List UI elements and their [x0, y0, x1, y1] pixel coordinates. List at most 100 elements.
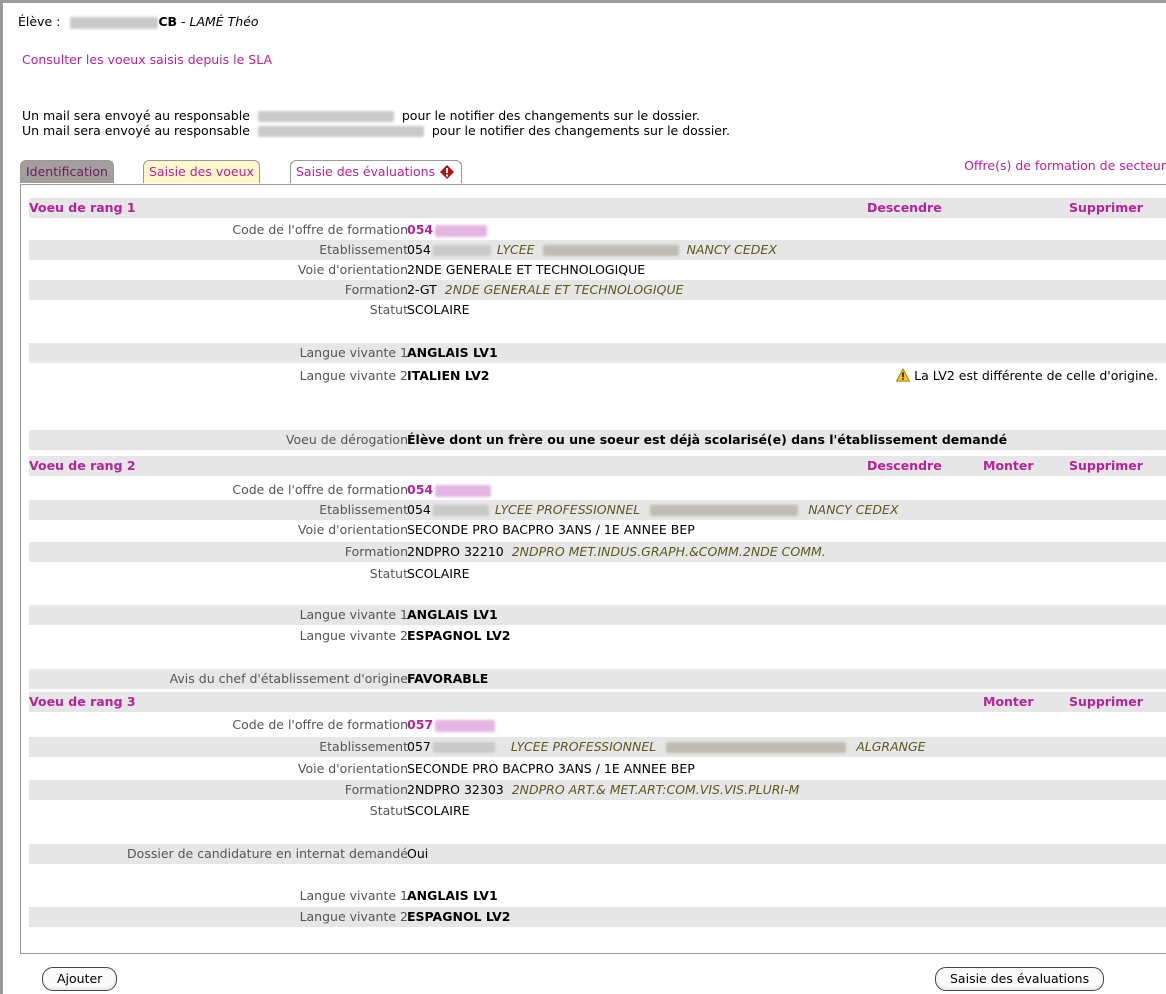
voeu-2-formation-row: Formation 2NDPRO 32210 2NDPRO MET.INDUS.… [29, 542, 1166, 562]
field-label: Formation [344, 544, 408, 559]
field-label: Etablissement [319, 242, 408, 257]
voeu-2-lv2-row: Langue vivante 2 ESPAGNOL LV2 [29, 626, 1166, 646]
student-label: Élève : [18, 14, 61, 29]
etab-city: ALGRANGE [856, 739, 926, 754]
etab-type: LYCEE [496, 242, 535, 257]
voeu-2-statut-row: Statut SCOLAIRE [29, 564, 1166, 584]
field-label: Formation [344, 782, 408, 797]
supprimer-button[interactable]: Supprimer [1069, 456, 1143, 476]
voeu-3-etab-row: Etablissement 057 LYCEE PROFESSIONNEL ALGR… [29, 737, 1166, 757]
redacted-offre-code [435, 484, 492, 497]
tab-bar: Identification Saisie des voeux Saisie d… [20, 158, 1166, 184]
statut-value: SCOLAIRE [407, 302, 470, 317]
lv2-warning: La LV2 est différente de celle d'origine… [895, 366, 1158, 386]
student-code-suffix: CB [158, 14, 178, 29]
descendre-button[interactable]: Descendre [867, 198, 942, 218]
voeu-2-avis-row: Avis du chef d'établissement d'origine F… [29, 669, 1166, 689]
offre-secteur-link[interactable]: Offre(s) de formation de secteur [964, 158, 1166, 173]
voeu-3-code-row: Code de l'offre de formation 057 [29, 715, 1166, 735]
formation-label: 2NDPRO MET.INDUS.GRAPH.&COMM.2NDE COMM. [511, 544, 826, 559]
window-frame-left [0, 0, 3, 994]
field-label: Statut [369, 803, 408, 818]
monter-button[interactable]: Monter [983, 456, 1034, 476]
field-label: Statut [369, 302, 408, 317]
voeu-3-formation-row: Formation 2NDPRO 32303 2NDPRO ART.& MET.… [29, 780, 1166, 800]
etab-city: NANCY CEDEX [686, 242, 777, 257]
voie-value: SECONDE PRO BACPRO 3ANS / 1E ANNEE BEP [407, 761, 695, 776]
redacted-offre-code [435, 719, 496, 732]
avis-value: FAVORABLE [407, 671, 489, 686]
etab-code: 054 [407, 242, 431, 257]
alert-icon [440, 165, 455, 179]
redacted-etab-code [432, 742, 495, 753]
voeu-1-code-row: Code de l'offre de formation 054 [29, 220, 1166, 240]
formation-code: 2-GT [407, 282, 437, 297]
field-label: Formation [344, 282, 408, 297]
descendre-button[interactable]: Descendre [867, 456, 942, 476]
tab-identification[interactable]: Identification [20, 160, 114, 183]
voeu-title: Voeu de rang 2 [29, 458, 136, 473]
student-header: Élève : CB - LAMÉ Théo [18, 14, 259, 29]
voeu-1-derogation-row: Voeu de dérogation Élève dont un frère o… [29, 430, 1166, 450]
etab-type: LYCEE PROFESSIONNEL [510, 739, 657, 754]
voeu-1-header: Voeu de rang 1 Descendre Supprimer [29, 198, 1166, 218]
student-separator: - [177, 14, 190, 29]
redacted-etab-code [432, 245, 491, 256]
field-label: Etablissement [319, 502, 408, 517]
lv1-value: ANGLAIS LV1 [407, 888, 498, 903]
field-label: Langue vivante 1 [299, 607, 408, 622]
field-label: Code de l'offre de formation [232, 222, 408, 237]
etab-code: 054 [407, 502, 431, 517]
voeu-2-lv1-row: Langue vivante 1 ANGLAIS LV1 [29, 605, 1166, 625]
formation-label: 2NDE GENERALE ET TECHNOLOGIQUE [444, 282, 684, 297]
field-label: Langue vivante 1 [299, 888, 408, 903]
mail-notice-1: Un mail sera envoyé au responsable pour … [22, 108, 700, 123]
offre-code[interactable]: 054 [407, 222, 433, 237]
voeu-title: Voeu de rang 1 [29, 200, 136, 215]
field-label: Etablissement [319, 739, 408, 754]
lv2-warning-text: La LV2 est différente de celle d'origine… [914, 368, 1158, 383]
field-label: Code de l'offre de formation [232, 717, 408, 732]
field-label: Voie d'orientation [297, 761, 408, 776]
redacted-responsable-name [257, 111, 394, 122]
supprimer-button[interactable]: Supprimer [1069, 692, 1143, 712]
mail-notice-prefix: Un mail sera envoyé au responsable [22, 108, 250, 123]
saisie-evaluations-button[interactable]: Saisie des évaluations [935, 967, 1105, 991]
mail-notice-2: Un mail sera envoyé au responsable pour … [22, 123, 730, 138]
offre-code[interactable]: 057 [407, 717, 433, 732]
voeu-3-internat-row: Dossier de candidature en internat deman… [29, 844, 1166, 864]
voeu-2-code-row: Code de l'offre de formation 054 [29, 480, 1166, 500]
lv1-value: ANGLAIS LV1 [407, 607, 498, 622]
redacted-offre-code [435, 224, 488, 237]
tab-saisie-evaluations-label: Saisie des évaluations [296, 164, 436, 179]
etab-code: 057 [407, 739, 431, 754]
tab-saisie-voeux[interactable]: Saisie des voeux [143, 160, 260, 183]
derogation-value: Élève dont un frère ou une soeur est déj… [407, 432, 1008, 447]
redacted-etab-code [432, 505, 489, 516]
voeu-1-lv2-row: Langue vivante 2 ITALIEN LV2 La LV2 est … [29, 366, 1166, 386]
voie-value: SECONDE PRO BACPRO 3ANS / 1E ANNEE BEP [407, 522, 695, 537]
redacted-responsable-name [257, 126, 424, 137]
field-label: Voie d'orientation [297, 262, 408, 277]
etab-type: LYCEE PROFESSIONNEL [494, 502, 641, 517]
field-label: Langue vivante 2 [299, 909, 408, 924]
voeu-2-header: Voeu de rang 2 Descendre Monter Supprime… [29, 456, 1166, 476]
monter-button[interactable]: Monter [983, 692, 1034, 712]
field-label: Langue vivante 2 [299, 628, 408, 643]
mail-notice-suffix: pour le notifier des changements sur le … [431, 123, 730, 138]
field-label: Dossier de candidature en internat deman… [127, 846, 408, 861]
internat-value: Oui [407, 846, 429, 861]
voeu-1-statut-row: Statut SCOLAIRE [29, 300, 1166, 320]
offre-code[interactable]: 054 [407, 482, 433, 497]
ajouter-button[interactable]: Ajouter [42, 967, 118, 991]
student-name: LAMÉ Théo [189, 14, 259, 29]
redacted-etab-name [666, 742, 847, 753]
supprimer-button[interactable]: Supprimer [1069, 198, 1143, 218]
formation-code: 2NDPRO 32210 [407, 544, 504, 559]
voeu-3-lv1-row: Langue vivante 1 ANGLAIS LV1 [29, 886, 1166, 906]
sla-link[interactable]: Consulter les voeux saisis depuis le SLA [22, 52, 272, 67]
mail-notice-prefix: Un mail sera envoyé au responsable [22, 123, 250, 138]
voeu-3-header: Voeu de rang 3 Monter Supprimer [29, 692, 1166, 712]
tab-saisie-evaluations[interactable]: Saisie des évaluations [290, 160, 463, 183]
field-label: Voie d'orientation [297, 522, 408, 537]
